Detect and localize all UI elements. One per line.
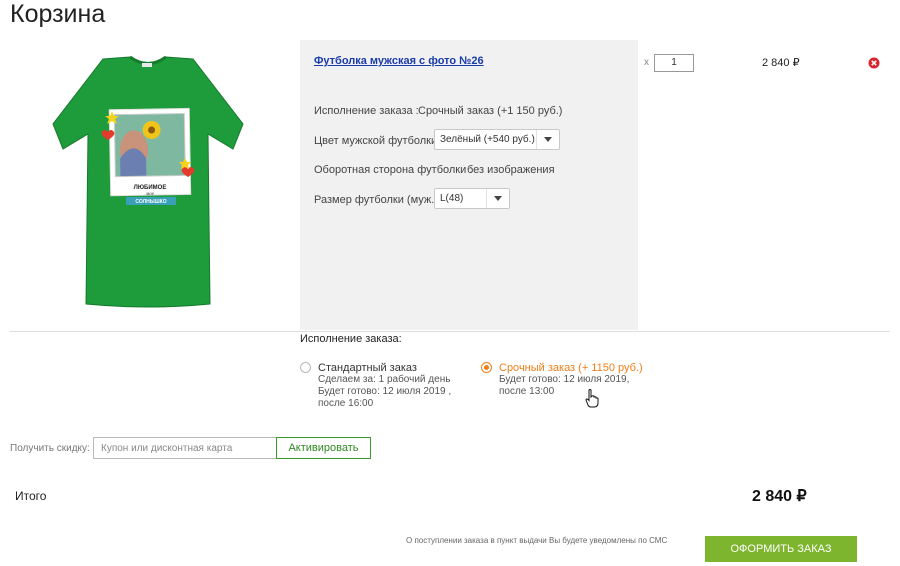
activate-button[interactable]: Активировать [276,437,371,459]
execution-title: Исполнение заказа: [300,333,402,345]
color-select[interactable]: Зелёный (+540 руб.) [434,129,560,150]
size-select[interactable]: L(48) [434,188,510,209]
urgent-desc-1: Будет готово: 12 июля 2019, [499,374,630,385]
checkout-button[interactable]: ОФОРМИТЬ ЗАКАЗ [705,536,857,562]
photo-caption-3: СОЛНЫШКО [135,199,166,205]
product-image[interactable]: ЛЮБИМОЕ мое СОЛНЫШКО [48,54,248,309]
divider [10,331,890,332]
quantity-input[interactable]: 1 [654,54,694,72]
option-label-color: Цвет мужской футболки [314,135,438,147]
total-value: 2 840 ₽ [752,488,807,505]
standard-title[interactable]: Стандартный заказ [318,362,417,374]
option-value-execution: Срочный заказ (+1 150 руб.) [418,105,563,117]
standard-desc-1: Сделаем за: 1 рабочий день [318,374,451,385]
option-value-back: без изображения [467,164,555,176]
remove-item-icon[interactable] [868,57,880,69]
chevron-down-icon [486,189,509,208]
coupon-input[interactable]: Купон или дисконтная карта [93,437,277,459]
urgent-desc-2: после 13:00 [499,386,555,397]
radio-standard[interactable] [300,362,311,373]
urgent-title[interactable]: Срочный заказ (+ 1150 руб.) [499,362,643,374]
coupon-label: Получить скидку: [10,443,90,454]
total-label: Итого [15,489,47,503]
option-label-back: Оборотная сторона футболки : [314,164,473,176]
option-label-size: Размер футболки (муж.) [314,194,438,206]
quantity-multiplier: x [644,57,649,68]
tshirt-label [142,63,152,67]
standard-desc-3: после 16:00 [318,398,374,409]
product-link[interactable]: Футболка мужская с фото №26 [314,55,484,67]
chevron-down-icon [536,130,559,149]
photo-caption-2: мое [145,192,155,197]
standard-desc-2: Будет готово: 12 июля 2019 , [318,386,452,397]
item-price: 2 840 ₽ [762,57,800,69]
photo-caption-1: ЛЮБИМОЕ [134,185,167,191]
color-select-value: Зелёный (+540 руб.) [440,134,535,145]
hand-cursor-icon [585,389,599,408]
radio-urgent[interactable] [481,362,492,373]
sms-notice: О поступлении заказа в пункт выдачи Вы б… [406,536,668,545]
page-title: Корзина [10,0,106,28]
option-label-execution: Исполнение заказа : [314,105,419,117]
size-select-value: L(48) [440,193,464,204]
options-panel [300,40,638,330]
